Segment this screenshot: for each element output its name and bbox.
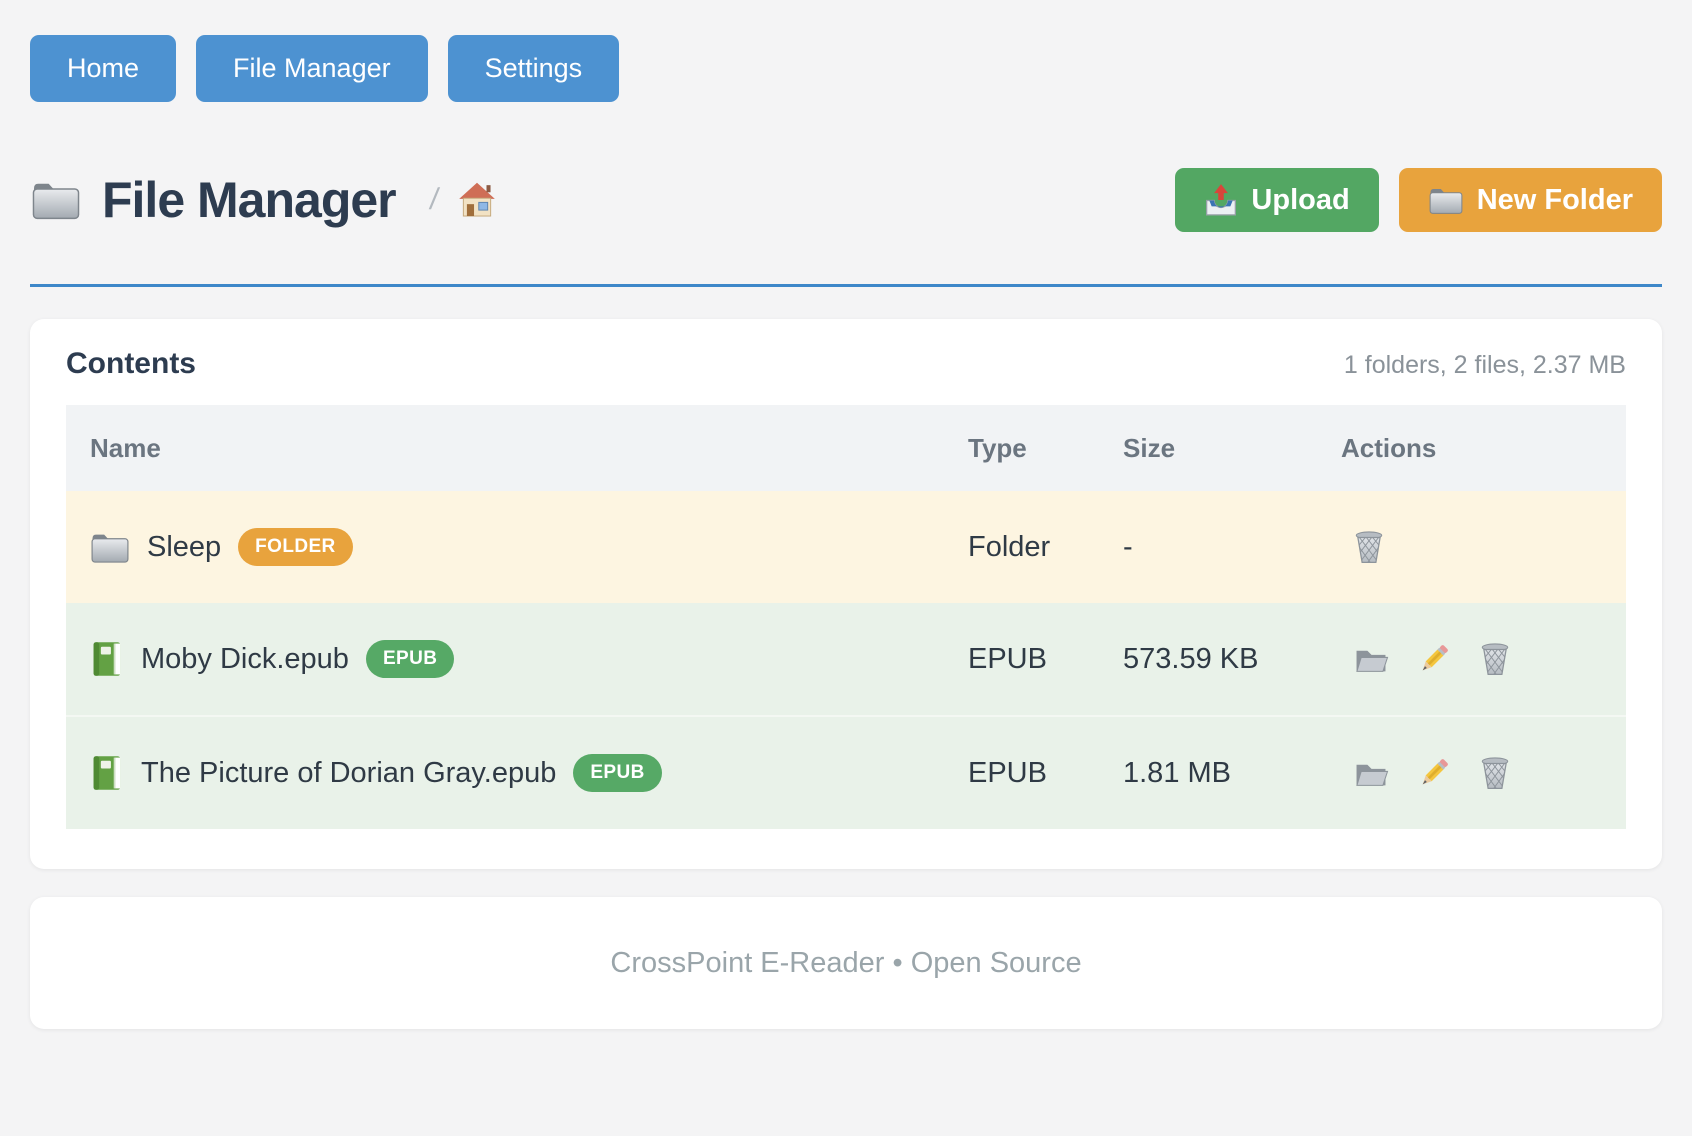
item-name[interactable]: Moby Dick.epub: [141, 643, 349, 676]
folder-icon: [1428, 185, 1464, 216]
pencil-icon: [1417, 642, 1451, 676]
edit-button[interactable]: [1417, 642, 1451, 676]
table-row-sleep: Sleep FOLDER Folder -: [66, 491, 1626, 603]
footer: CrossPoint E-Reader • Open Source: [30, 897, 1662, 1029]
epub-badge: EPUB: [573, 754, 661, 792]
column-header-type: Type: [968, 405, 1123, 491]
item-name[interactable]: The Picture of Dorian Gray.epub: [141, 757, 556, 790]
column-header-size: Size: [1123, 405, 1341, 491]
item-name[interactable]: Sleep: [147, 531, 221, 564]
page-header: File Manager / Upload New Folder: [30, 168, 1662, 232]
table-row-moby-dick: Moby Dick.epub EPUB EPUB 573.59 KB: [66, 603, 1626, 716]
item-type: EPUB: [968, 716, 1123, 829]
header-divider: [30, 284, 1662, 287]
new-folder-button[interactable]: New Folder: [1399, 168, 1662, 232]
open-folder-icon: [1353, 758, 1389, 789]
footer-text: CrossPoint E-Reader • Open Source: [610, 947, 1081, 980]
green-book-icon: [90, 640, 124, 678]
column-header-name: Name: [66, 405, 968, 491]
item-type: EPUB: [968, 603, 1123, 716]
green-book-icon: [90, 754, 124, 792]
upload-button[interactable]: Upload: [1175, 168, 1378, 232]
item-size: 573.59 KB: [1123, 603, 1341, 716]
card-title: Contents: [66, 347, 196, 381]
open-button[interactable]: [1353, 758, 1389, 789]
outbox-tray-icon: [1204, 183, 1238, 217]
table-row-dorian-gray: The Picture of Dorian Gray.epub EPUB EPU…: [66, 716, 1626, 829]
delete-button[interactable]: [1479, 641, 1511, 677]
open-button[interactable]: [1353, 644, 1389, 675]
epub-badge: EPUB: [366, 640, 454, 678]
upload-button-label: Upload: [1251, 184, 1349, 217]
delete-button[interactable]: [1479, 755, 1511, 791]
trash-icon: [1479, 755, 1511, 791]
new-folder-button-label: New Folder: [1477, 184, 1633, 217]
item-size: 1.81 MB: [1123, 716, 1341, 829]
top-nav: Home File Manager Settings: [30, 35, 1662, 102]
nav-button-settings[interactable]: Settings: [448, 35, 620, 102]
nav-button-home[interactable]: Home: [30, 35, 176, 102]
item-size: -: [1123, 491, 1341, 603]
trash-icon: [1353, 529, 1385, 565]
breadcrumb-separator: /: [427, 183, 440, 217]
item-type: Folder: [968, 491, 1123, 603]
folder-icon: [30, 178, 82, 222]
contents-card: Contents 1 folders, 2 files, 2.37 MB Nam…: [30, 319, 1662, 869]
folder-icon: [90, 530, 130, 565]
open-folder-icon: [1353, 644, 1389, 675]
trash-icon: [1479, 641, 1511, 677]
folder-badge: FOLDER: [238, 528, 353, 566]
page-title: File Manager: [102, 171, 396, 229]
page: Home File Manager Settings File Manager …: [0, 0, 1692, 1029]
delete-button[interactable]: [1353, 529, 1385, 565]
table-header-row: Name Type Size Actions: [66, 405, 1626, 491]
contents-summary: 1 folders, 2 files, 2.37 MB: [1344, 351, 1626, 380]
contents-table: Name Type Size Actions Sleep FOLDER F: [66, 405, 1626, 829]
pencil-icon: [1417, 756, 1451, 790]
home-icon[interactable]: [458, 181, 496, 219]
edit-button[interactable]: [1417, 756, 1451, 790]
nav-button-file-manager[interactable]: File Manager: [196, 35, 428, 102]
column-header-actions: Actions: [1341, 405, 1626, 491]
